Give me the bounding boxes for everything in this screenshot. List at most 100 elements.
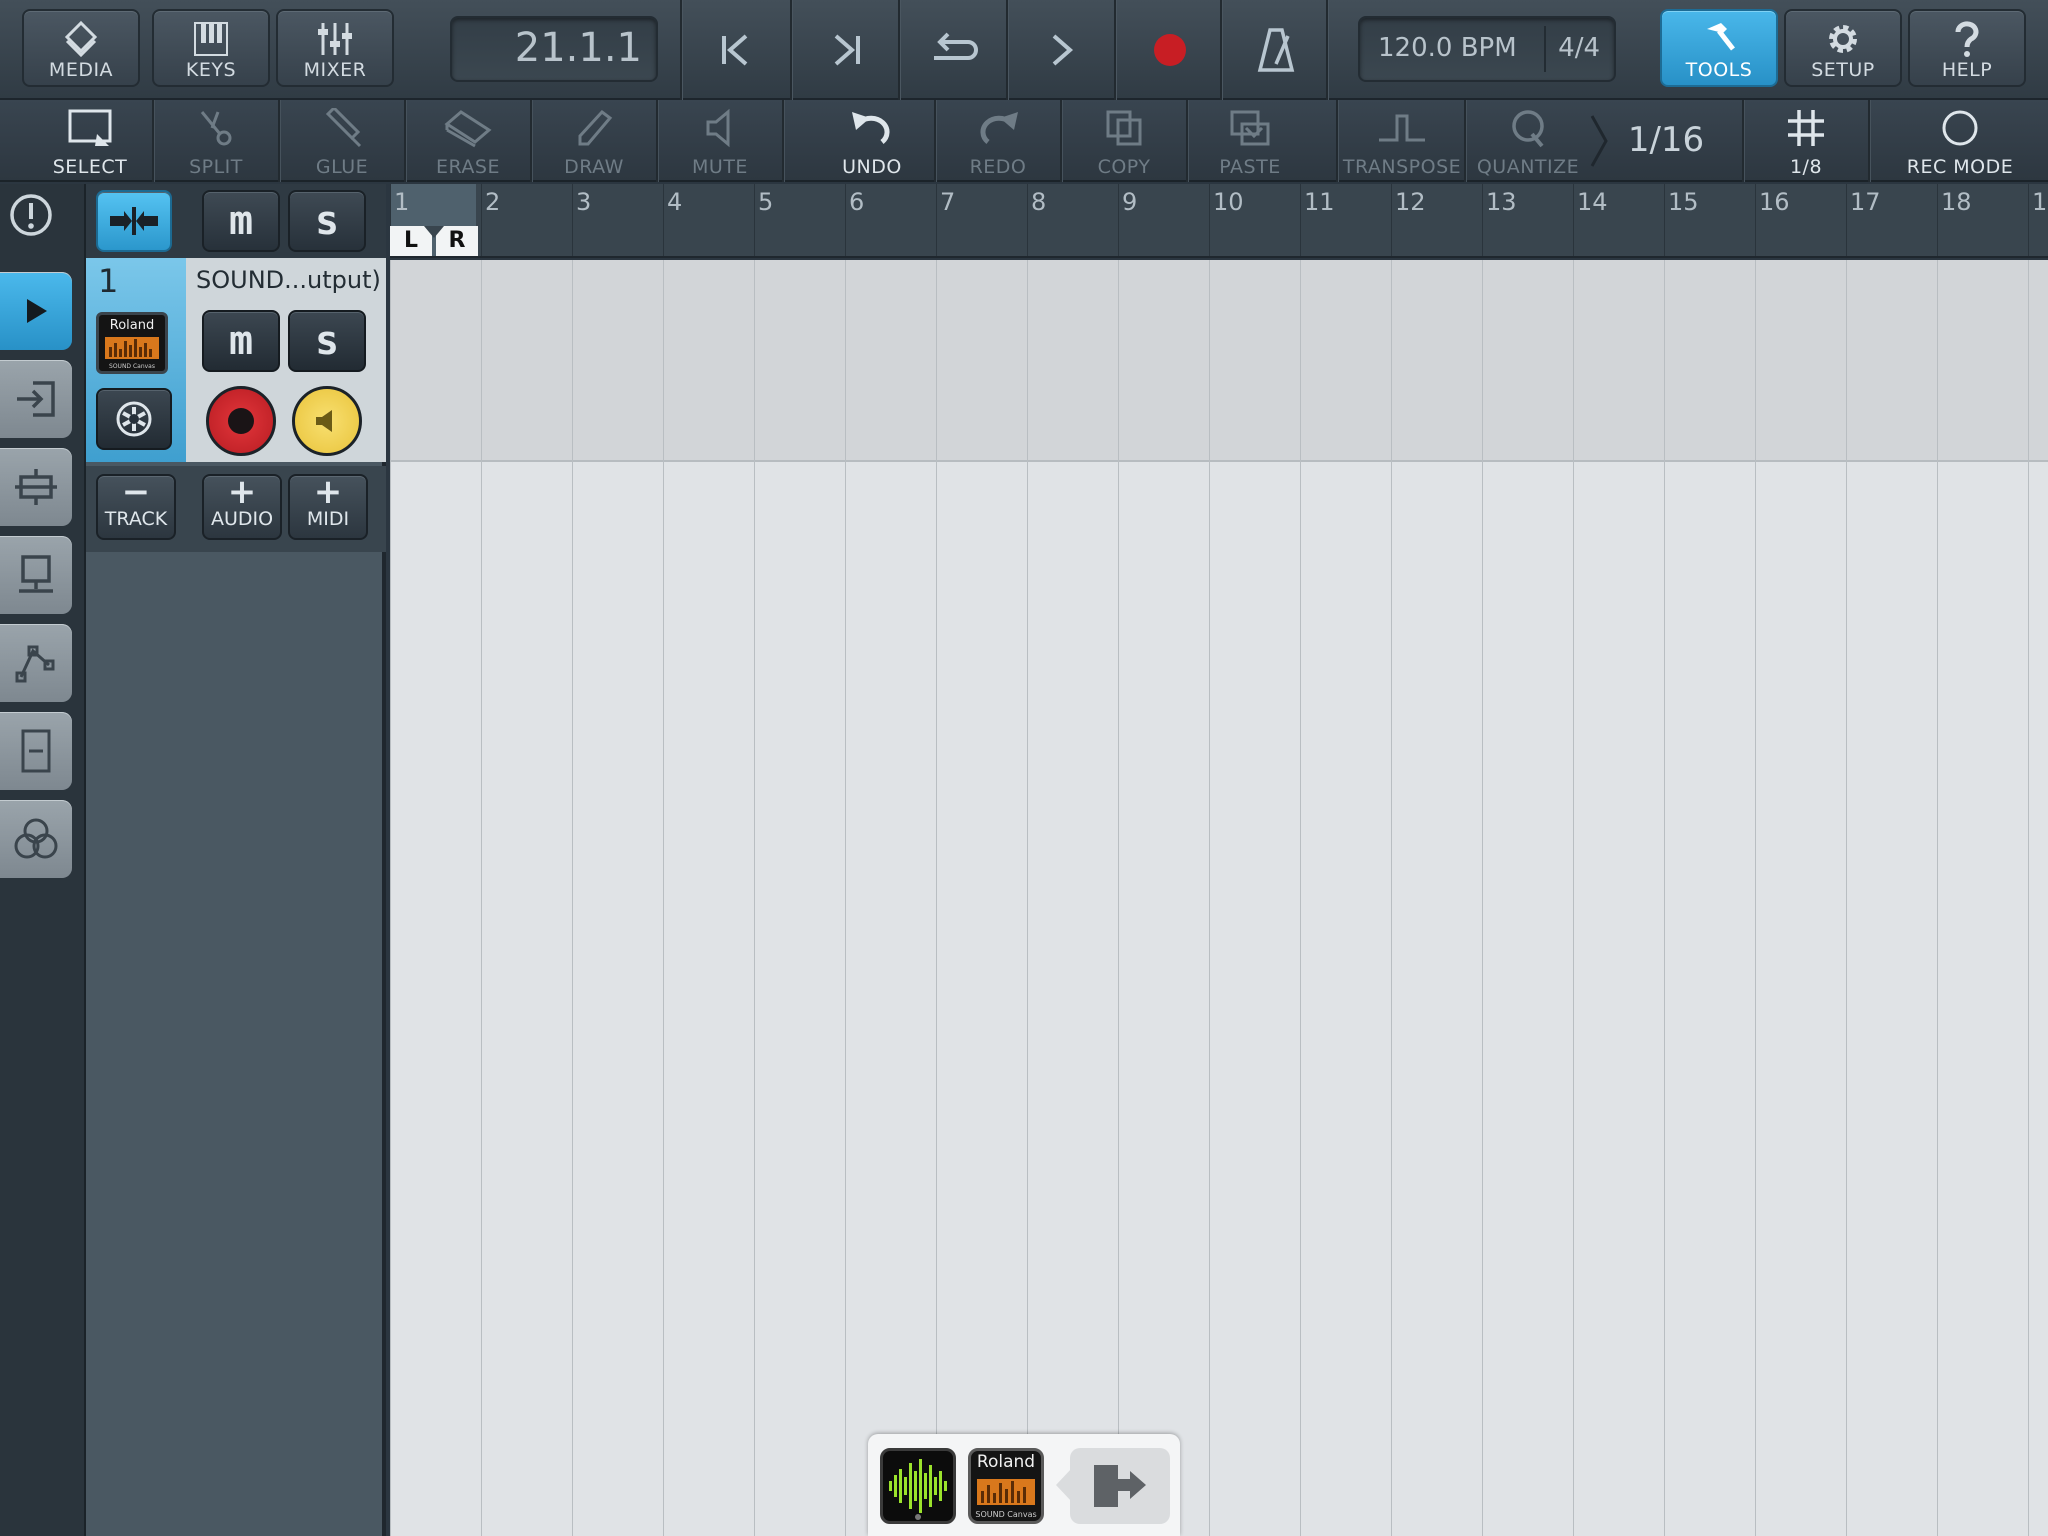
track-list: m s 1 SOUND...utput) Roland SOUND Canvas…	[86, 184, 386, 1536]
remove-track-label: TRACK	[104, 508, 168, 530]
locator-notch-icon	[424, 226, 444, 238]
bar-number: 16	[1759, 188, 1790, 216]
transpose-button[interactable]: TRANSPOSE	[1338, 100, 1466, 182]
output-routing-button[interactable]	[0, 536, 72, 614]
host-app-icon[interactable]	[880, 1448, 956, 1524]
ruler-tick	[1209, 184, 1210, 256]
select-tool[interactable]: SELECT	[26, 100, 154, 182]
inspector-toggle-button[interactable]	[0, 272, 72, 350]
track-1-lane[interactable]	[390, 260, 2048, 462]
ruler-tick	[1482, 184, 1483, 256]
media-button[interactable]: MEDIA	[22, 9, 140, 87]
hammer-icon	[1662, 19, 1776, 59]
split-tool[interactable]: SPLIT	[154, 100, 278, 182]
mixer-button[interactable]: MIXER	[276, 9, 394, 87]
piano-keys-icon	[154, 19, 268, 59]
add-audio-track-button[interactable]: + AUDIO	[202, 474, 282, 540]
minus-icon: −	[121, 472, 151, 512]
sound-canvas-subtitle: SOUND Canvas	[975, 1510, 1037, 1519]
record-enable-button[interactable]	[206, 386, 276, 456]
glue-tool[interactable]: GLUE	[280, 100, 404, 182]
bar-line	[1573, 260, 1574, 1536]
track-mute-button[interactable]: m	[202, 310, 280, 372]
info-button[interactable]	[8, 192, 54, 238]
keys-button[interactable]: KEYS	[152, 9, 270, 87]
tempo-value: 120.0 BPM	[1378, 33, 1517, 63]
exclamation-info-icon	[10, 194, 52, 236]
return-to-host-button[interactable]	[1070, 1448, 1170, 1524]
record-icon	[1154, 34, 1186, 66]
bar-line	[2028, 260, 2029, 1536]
paste-button[interactable]: PASTE	[1188, 100, 1312, 182]
arrange-grid[interactable]	[390, 260, 2048, 1536]
bar-number: 19	[2032, 188, 2048, 216]
track-solo-button[interactable]: s	[288, 310, 366, 372]
timeline-ruler[interactable]: 12345678910111213141516171819 L R	[390, 184, 2048, 258]
play-button[interactable]	[1008, 0, 1116, 100]
grid-value: 1/8	[1789, 156, 1823, 178]
input-routing-button[interactable]	[0, 360, 72, 438]
grid-button[interactable]: 1/8	[1744, 100, 1868, 182]
fader-button[interactable]	[0, 712, 72, 790]
go-to-end-button[interactable]	[792, 0, 900, 100]
plus-icon: +	[227, 472, 257, 512]
mute-tool[interactable]: MUTE	[658, 100, 782, 182]
quantize-button[interactable]: QUANTIZE	[1466, 100, 1590, 182]
bar-number: 12	[1395, 188, 1426, 216]
bar-number: 5	[758, 188, 774, 216]
copy-label: COPY	[1097, 156, 1151, 178]
draw-tool[interactable]: DRAW	[532, 100, 656, 182]
automation-button[interactable]	[0, 624, 72, 702]
tools-button[interactable]: TOOLS	[1660, 9, 1778, 87]
rec-mode-label: REC MODE	[1906, 156, 2014, 178]
bar-line	[754, 260, 755, 1536]
inter-app-audio-bar: Roland SOUND Canvas	[868, 1434, 1180, 1536]
bar-number: 1	[394, 188, 410, 216]
ruler-tick	[1664, 184, 1665, 256]
undo-button[interactable]: UNDO	[808, 100, 936, 182]
global-mute-button[interactable]: m	[202, 190, 280, 252]
sound-canvas-app-icon[interactable]: Roland SOUND Canvas	[968, 1448, 1044, 1524]
bar-line	[1482, 260, 1483, 1536]
bar-line	[845, 260, 846, 1536]
bar-line	[663, 260, 664, 1536]
cycle-button[interactable]	[900, 0, 1008, 100]
go-to-start-button[interactable]	[682, 0, 790, 100]
erase-tool[interactable]: ERASE	[406, 100, 530, 182]
skip-start-icon	[722, 34, 748, 66]
skip-end-icon	[834, 34, 860, 66]
time-signature: 4/4	[1558, 33, 1600, 63]
track-actions: − TRACK + AUDIO + MIDI	[86, 466, 386, 552]
track-name[interactable]: SOUND...utput)	[196, 266, 381, 294]
copy-button[interactable]: COPY	[1062, 100, 1186, 182]
rec-mode-button[interactable]: REC MODE	[1870, 100, 2048, 182]
glue-tube-icon	[280, 106, 404, 150]
redo-button[interactable]: REDO	[936, 100, 1060, 182]
inserts-button[interactable]	[0, 448, 72, 526]
bar-number: 13	[1486, 188, 1517, 216]
metronome-button[interactable]	[1222, 0, 1330, 100]
monitor-button[interactable]	[292, 386, 362, 456]
quantize-value: 1/16	[1627, 120, 1705, 160]
global-solo-button[interactable]: s	[288, 190, 366, 252]
insert-slot-icon	[15, 469, 57, 505]
fader-icon	[21, 729, 51, 773]
channel-strip-button[interactable]	[0, 800, 72, 878]
track-width-button[interactable]	[96, 190, 172, 252]
help-button[interactable]: HELP	[1908, 9, 2026, 87]
bar-line	[936, 260, 937, 1536]
instrument-icon[interactable]: Roland SOUND Canvas	[96, 312, 168, 374]
divider	[1326, 0, 1328, 100]
waveform-icon	[889, 1459, 947, 1520]
track-1-header[interactable]: 1 SOUND...utput) Roland SOUND Canvas m s	[86, 258, 386, 462]
quantize-value-selector[interactable]: 1/16	[1590, 100, 1742, 182]
instrument-edit-button[interactable]	[96, 388, 172, 450]
setup-button[interactable]: SETUP	[1784, 9, 1902, 87]
remove-track-button[interactable]: − TRACK	[96, 474, 176, 540]
record-button[interactable]	[1116, 0, 1224, 100]
tempo-display[interactable]: 120.0 BPM 4/4	[1358, 16, 1616, 82]
position-display[interactable]: 21.1.1	[450, 16, 658, 82]
add-midi-track-button[interactable]: + MIDI	[288, 474, 368, 540]
metronome-icon	[1257, 28, 1295, 72]
bar-line	[390, 260, 391, 1536]
